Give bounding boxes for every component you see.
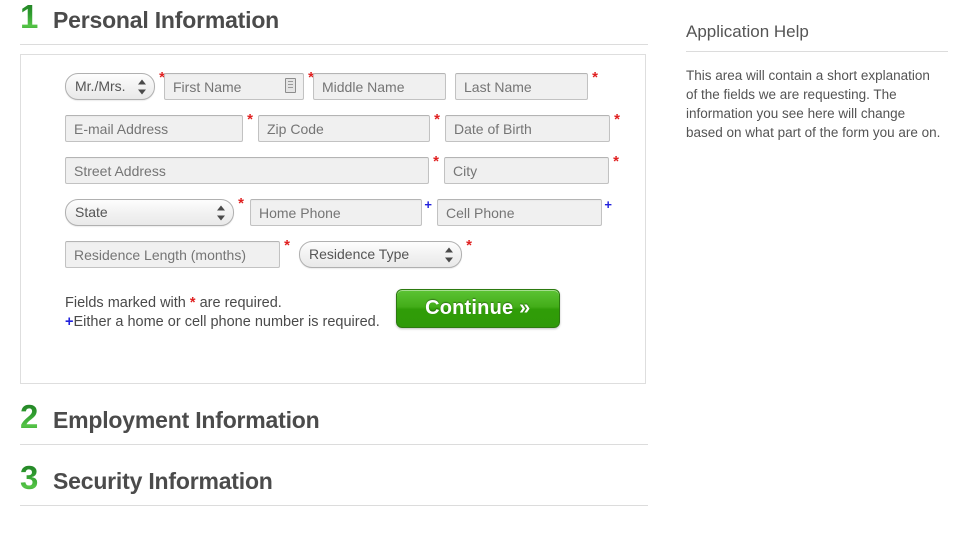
application-help-panel: Application Help This area will contain … bbox=[686, 22, 948, 142]
step-number-2: 2 bbox=[20, 400, 46, 433]
field-wrapper-last-name: * bbox=[455, 70, 598, 100]
form-row: Mr./Mrs. * * * bbox=[65, 70, 645, 101]
stepper-arrows-icon bbox=[138, 78, 147, 95]
required-note-text-before: Fields marked with bbox=[65, 295, 190, 311]
form-column: 1 Personal Information Mr./Mrs. * First … bbox=[0, 0, 670, 506]
form-row: * * bbox=[65, 154, 645, 185]
required-asterisk: * bbox=[614, 111, 620, 128]
application-help-title: Application Help bbox=[686, 22, 809, 41]
field-wrapper-first-name: * bbox=[164, 70, 314, 100]
personal-information-panel: Mr./Mrs. * * * bbox=[20, 54, 646, 384]
panel-footer: Fields marked with * are required. +Eith… bbox=[21, 283, 645, 332]
last-name-input[interactable] bbox=[455, 73, 588, 100]
date-of-birth-input[interactable] bbox=[445, 115, 610, 142]
required-asterisk: * bbox=[434, 111, 440, 128]
either-phone-plus-mark: + bbox=[604, 197, 612, 212]
application-form-page: 1 Personal Information Mr./Mrs. * First … bbox=[0, 0, 977, 543]
field-wrapper-date-of-birth: * bbox=[445, 112, 620, 142]
required-note-line-1: Fields marked with * are required. bbox=[65, 294, 380, 313]
residence-type-select[interactable]: Residence Type bbox=[299, 241, 462, 268]
residence-type-select-value: Residence Type bbox=[309, 246, 410, 262]
required-asterisk: * bbox=[466, 237, 472, 254]
home-phone-input[interactable] bbox=[250, 199, 422, 226]
step-number-3: 3 bbox=[20, 461, 46, 494]
zip-code-input[interactable] bbox=[258, 115, 430, 142]
application-help-body: This area will contain a short explanati… bbox=[686, 68, 941, 140]
section-divider-2 bbox=[20, 444, 648, 445]
first-name-input[interactable] bbox=[164, 73, 304, 100]
form-row: * Residence Type * bbox=[65, 238, 645, 269]
state-select-value: State bbox=[75, 204, 108, 220]
field-wrapper-middle-name bbox=[313, 73, 446, 100]
field-wrapper-email: * bbox=[65, 112, 253, 142]
salutation-select[interactable]: Mr./Mrs. bbox=[65, 73, 155, 100]
stepper-arrows-icon bbox=[445, 246, 454, 263]
form-row: State * + + bbox=[65, 196, 645, 227]
either-phone-plus-mark: + bbox=[424, 197, 432, 212]
section-title-security: Security Information bbox=[53, 468, 273, 494]
required-fields-note: Fields marked with * are required. +Eith… bbox=[65, 289, 380, 332]
required-note-line-2: +Either a home or cell phone number is r… bbox=[65, 313, 380, 332]
required-asterisk: * bbox=[238, 195, 244, 212]
field-wrapper-city: * bbox=[444, 154, 619, 184]
field-wrapper-residence-type: Residence Type * bbox=[299, 238, 472, 268]
step-number-1: 1 bbox=[20, 0, 46, 33]
salutation-select-value: Mr./Mrs. bbox=[75, 78, 126, 94]
required-asterisk: * bbox=[613, 153, 619, 170]
middle-name-input[interactable] bbox=[313, 73, 446, 100]
field-wrapper-salutation: Mr./Mrs. * bbox=[65, 70, 165, 100]
section-title-employment: Employment Information bbox=[53, 407, 320, 433]
residence-length-input[interactable] bbox=[65, 241, 280, 268]
field-wrapper-residence-length: * bbox=[65, 238, 290, 268]
required-asterisk: * bbox=[592, 69, 598, 86]
email-address-input[interactable] bbox=[65, 115, 243, 142]
autofill-card-icon[interactable] bbox=[285, 78, 296, 93]
state-select[interactable]: State bbox=[65, 199, 234, 226]
field-wrapper-home-phone: + bbox=[250, 198, 432, 226]
section-heading-security-information[interactable]: 3 Security Information bbox=[0, 461, 670, 505]
cell-phone-input[interactable] bbox=[437, 199, 602, 226]
continue-button[interactable]: Continue » bbox=[395, 289, 560, 328]
field-wrapper-cell-phone: + bbox=[437, 198, 612, 226]
street-address-input[interactable] bbox=[65, 157, 429, 184]
section-divider-1 bbox=[20, 44, 648, 45]
field-wrapper-street-address: * bbox=[65, 154, 439, 184]
city-input[interactable] bbox=[444, 157, 609, 184]
field-wrapper-zip-code: * bbox=[258, 112, 440, 142]
phone-note-text: Either a home or cell phone number is re… bbox=[73, 314, 380, 330]
stepper-arrows-icon bbox=[217, 204, 226, 221]
section-divider-3 bbox=[20, 505, 648, 506]
required-asterisk: * bbox=[247, 111, 253, 128]
application-help-divider bbox=[686, 51, 948, 52]
required-asterisk: * bbox=[433, 153, 439, 170]
required-asterisk: * bbox=[284, 237, 290, 254]
required-note-text-after: are required. bbox=[195, 295, 282, 311]
page-title: Personal Information bbox=[53, 7, 280, 33]
form-field-rows: Mr./Mrs. * * * bbox=[21, 55, 645, 269]
section-heading-personal-information: 1 Personal Information bbox=[0, 0, 670, 44]
field-wrapper-state: State * bbox=[65, 196, 244, 226]
form-row: * * * bbox=[65, 112, 645, 143]
section-heading-employment-information[interactable]: 2 Employment Information bbox=[0, 400, 670, 444]
